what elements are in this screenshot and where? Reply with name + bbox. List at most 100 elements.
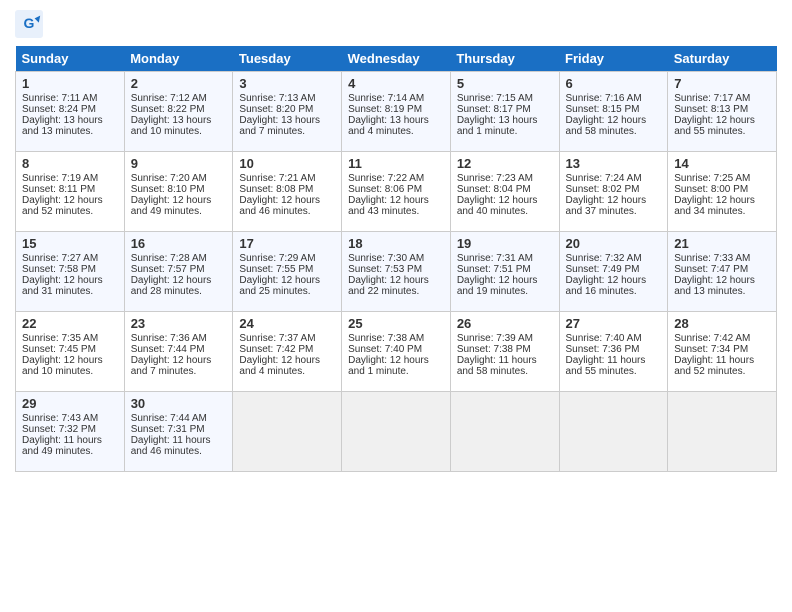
day-info: Sunrise: 7:24 AM <box>566 173 662 184</box>
calendar-cell <box>233 392 342 472</box>
weekday-header-friday: Friday <box>559 46 668 72</box>
day-info: Sunrise: 7:12 AM <box>131 93 227 104</box>
day-info: Sunrise: 7:44 AM <box>131 413 227 424</box>
day-info: Sunrise: 7:37 AM <box>239 333 335 344</box>
day-info: Sunset: 8:22 PM <box>131 104 227 115</box>
day-number: 9 <box>131 156 227 171</box>
day-number: 24 <box>239 316 335 331</box>
day-info: Daylight: 13 hours <box>239 115 335 126</box>
day-info: Sunrise: 7:28 AM <box>131 253 227 264</box>
day-info: Sunset: 8:02 PM <box>566 184 662 195</box>
day-number: 8 <box>22 156 118 171</box>
day-info: and 4 minutes. <box>348 126 444 137</box>
day-number: 1 <box>22 76 118 91</box>
calendar-table: SundayMondayTuesdayWednesdayThursdayFrid… <box>15 46 777 472</box>
day-info: Sunrise: 7:38 AM <box>348 333 444 344</box>
day-info: Sunrise: 7:42 AM <box>674 333 770 344</box>
day-info: Daylight: 13 hours <box>22 115 118 126</box>
day-info: Sunset: 8:10 PM <box>131 184 227 195</box>
day-info: Sunset: 7:49 PM <box>566 264 662 275</box>
day-info: Daylight: 12 hours <box>239 275 335 286</box>
calendar-cell: 26Sunrise: 7:39 AMSunset: 7:38 PMDayligh… <box>450 312 559 392</box>
day-info: Sunrise: 7:40 AM <box>566 333 662 344</box>
calendar-cell: 15Sunrise: 7:27 AMSunset: 7:58 PMDayligh… <box>16 232 125 312</box>
day-info: Daylight: 12 hours <box>22 275 118 286</box>
day-info: Sunrise: 7:17 AM <box>674 93 770 104</box>
day-info: Sunset: 7:31 PM <box>131 424 227 435</box>
day-number: 7 <box>674 76 770 91</box>
day-number: 13 <box>566 156 662 171</box>
day-info: Daylight: 12 hours <box>348 195 444 206</box>
day-info: Sunrise: 7:23 AM <box>457 173 553 184</box>
day-info: Sunset: 7:36 PM <box>566 344 662 355</box>
day-info: and 46 minutes. <box>239 206 335 217</box>
day-info: Sunrise: 7:33 AM <box>674 253 770 264</box>
day-info: and 43 minutes. <box>348 206 444 217</box>
day-info: Daylight: 12 hours <box>457 275 553 286</box>
day-info: and 37 minutes. <box>566 206 662 217</box>
day-number: 2 <box>131 76 227 91</box>
day-info: and 28 minutes. <box>131 286 227 297</box>
day-info: Daylight: 12 hours <box>674 275 770 286</box>
calendar-cell: 27Sunrise: 7:40 AMSunset: 7:36 PMDayligh… <box>559 312 668 392</box>
day-info: Sunset: 7:38 PM <box>457 344 553 355</box>
weekday-header-monday: Monday <box>124 46 233 72</box>
calendar-cell: 1Sunrise: 7:11 AMSunset: 8:24 PMDaylight… <box>16 72 125 152</box>
day-info: and 7 minutes. <box>239 126 335 137</box>
day-info: and 49 minutes. <box>131 206 227 217</box>
day-info: and 4 minutes. <box>239 366 335 377</box>
day-info: Sunrise: 7:20 AM <box>131 173 227 184</box>
weekday-header-wednesday: Wednesday <box>342 46 451 72</box>
calendar-cell: 4Sunrise: 7:14 AMSunset: 8:19 PMDaylight… <box>342 72 451 152</box>
day-info: Daylight: 11 hours <box>22 435 118 446</box>
day-info: and 46 minutes. <box>131 446 227 457</box>
day-number: 17 <box>239 236 335 251</box>
calendar-cell <box>559 392 668 472</box>
day-info: and 22 minutes. <box>348 286 444 297</box>
day-info: Sunset: 7:57 PM <box>131 264 227 275</box>
day-number: 6 <box>566 76 662 91</box>
day-info: Daylight: 12 hours <box>348 355 444 366</box>
day-info: and 25 minutes. <box>239 286 335 297</box>
day-info: Daylight: 12 hours <box>457 195 553 206</box>
day-info: and 49 minutes. <box>22 446 118 457</box>
day-info: Daylight: 13 hours <box>457 115 553 126</box>
svg-text:G: G <box>24 15 35 31</box>
day-info: Daylight: 11 hours <box>674 355 770 366</box>
calendar-cell: 6Sunrise: 7:16 AMSunset: 8:15 PMDaylight… <box>559 72 668 152</box>
day-info: Sunset: 8:13 PM <box>674 104 770 115</box>
day-info: Sunrise: 7:16 AM <box>566 93 662 104</box>
calendar-cell: 8Sunrise: 7:19 AMSunset: 8:11 PMDaylight… <box>16 152 125 232</box>
calendar-cell: 14Sunrise: 7:25 AMSunset: 8:00 PMDayligh… <box>668 152 777 232</box>
day-info: Sunrise: 7:19 AM <box>22 173 118 184</box>
calendar-cell: 16Sunrise: 7:28 AMSunset: 7:57 PMDayligh… <box>124 232 233 312</box>
weekday-header-saturday: Saturday <box>668 46 777 72</box>
day-info: Sunset: 7:34 PM <box>674 344 770 355</box>
day-number: 20 <box>566 236 662 251</box>
day-info: Daylight: 12 hours <box>674 115 770 126</box>
day-info: Sunset: 8:15 PM <box>566 104 662 115</box>
day-info: and 52 minutes. <box>22 206 118 217</box>
day-info: Sunset: 7:55 PM <box>239 264 335 275</box>
day-info: Sunset: 7:40 PM <box>348 344 444 355</box>
day-info: Sunset: 7:32 PM <box>22 424 118 435</box>
day-info: and 34 minutes. <box>674 206 770 217</box>
day-number: 21 <box>674 236 770 251</box>
day-info: and 55 minutes. <box>674 126 770 137</box>
day-info: Sunset: 7:44 PM <box>131 344 227 355</box>
day-info: Sunset: 7:47 PM <box>674 264 770 275</box>
day-number: 22 <box>22 316 118 331</box>
day-info: and 19 minutes. <box>457 286 553 297</box>
calendar-cell: 29Sunrise: 7:43 AMSunset: 7:32 PMDayligh… <box>16 392 125 472</box>
day-info: Daylight: 12 hours <box>131 275 227 286</box>
day-info: Sunset: 8:04 PM <box>457 184 553 195</box>
calendar-cell: 17Sunrise: 7:29 AMSunset: 7:55 PMDayligh… <box>233 232 342 312</box>
day-info: and 1 minute. <box>457 126 553 137</box>
logo: G <box>15 10 47 38</box>
day-info: Sunrise: 7:14 AM <box>348 93 444 104</box>
day-number: 4 <box>348 76 444 91</box>
day-info: Daylight: 12 hours <box>566 275 662 286</box>
day-info: Sunset: 8:08 PM <box>239 184 335 195</box>
day-info: Sunset: 8:11 PM <box>22 184 118 195</box>
page-header: G <box>15 10 777 38</box>
